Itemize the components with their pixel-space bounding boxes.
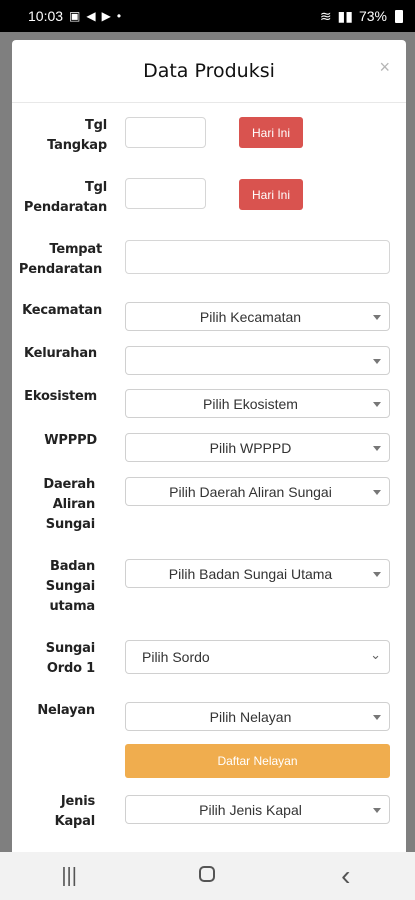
- dot-icon: •: [116, 9, 122, 23]
- battery-percent: 73%: [358, 8, 387, 24]
- title-divider: [12, 102, 406, 103]
- badan-sungai-select-value: Pilih Badan Sungai Utama: [168, 565, 333, 582]
- kecamatan-select[interactable]: Pilih Kecamatan: [125, 302, 390, 331]
- clock: 10:03: [28, 8, 64, 24]
- badan-sungai-select[interactable]: Pilih Badan Sungai Utama: [125, 559, 390, 588]
- wpppd-select-value: Pilih WPPPD: [209, 439, 292, 456]
- youtube-icon: ▶: [101, 9, 111, 23]
- sungai-ordo-label: Sungai Ordo 1: [45, 641, 95, 676]
- tgl-pendaratan-hari-ini-button[interactable]: Hari Ini: [239, 179, 303, 210]
- send-icon: ◀: [86, 9, 96, 23]
- caret-down-icon: [373, 401, 381, 407]
- kecamatan-select-value: Pilih Kecamatan: [199, 308, 302, 325]
- daftar-nelayan-button[interactable]: Daftar Nelayan: [125, 744, 390, 778]
- caret-down-icon: [373, 445, 381, 451]
- status-right: ≋ ▮▮ 73%: [320, 8, 403, 25]
- ekosistem-select[interactable]: Pilih Ekosistem: [125, 389, 390, 418]
- home-icon: [199, 865, 216, 882]
- caret-down-icon: [373, 714, 381, 720]
- chevron-down-icon: ⌄: [370, 647, 381, 662]
- tgl-tangkap-input[interactable]: [125, 117, 206, 148]
- kelurahan-label: Kelurahan: [23, 346, 97, 361]
- caret-down-icon: [373, 489, 381, 495]
- modal-title: Data Produksi: [143, 60, 275, 82]
- battery-icon: [395, 9, 403, 23]
- nelayan-label: Nelayan: [37, 703, 95, 718]
- sungai-ordo-select-value: Pilih Sordo: [142, 649, 210, 665]
- status-bar: 10:03 ▣ ◀ ▶ • ≋ ▮▮ 73%: [0, 0, 415, 32]
- system-nav-bar: ||| ‹: [0, 852, 415, 900]
- tgl-pendaratan-label: Tgl Pendaratan: [23, 180, 107, 215]
- data-produksi-modal: Data Produksi × Tgl Tangkap Hari Ini Tgl…: [12, 40, 406, 870]
- jenis-kapal-label: Jenis Kapal: [54, 794, 96, 829]
- badan-sungai-label: Badan Sungai utama: [45, 559, 95, 614]
- caret-down-icon: [373, 358, 381, 364]
- wpppd-select[interactable]: Pilih WPPPD: [125, 433, 390, 462]
- nelayan-select-value: Pilih Nelayan: [209, 708, 292, 725]
- daerah-aliran-sungai-label: Daerah Aliran Sungai: [43, 477, 95, 532]
- kelurahan-select[interactable]: [125, 346, 390, 375]
- jenis-kapal-select[interactable]: Pilih Jenis Kapal: [125, 795, 390, 824]
- kecamatan-label: Kecamatan: [22, 303, 102, 318]
- caret-down-icon: [373, 807, 381, 813]
- caret-down-icon: [373, 314, 381, 320]
- recents-button[interactable]: |||: [39, 865, 99, 888]
- tgl-tangkap-label: Tgl Tangkap: [47, 118, 107, 153]
- tempat-pendaratan-label: Tempat Pendaratan: [18, 242, 102, 277]
- back-button[interactable]: ‹: [316, 860, 376, 892]
- image-icon: ▣: [69, 9, 81, 23]
- wpppd-label: WPPPD: [44, 433, 97, 448]
- wifi-icon: ≋: [319, 7, 332, 24]
- tgl-tangkap-hari-ini-button[interactable]: Hari Ini: [239, 117, 303, 148]
- signal-icon: ▮▮: [337, 7, 353, 24]
- daerah-aliran-sungai-select[interactable]: Pilih Daerah Aliran Sungai: [125, 477, 390, 506]
- tgl-pendaratan-input[interactable]: [125, 178, 206, 209]
- jenis-kapal-select-value: Pilih Jenis Kapal: [199, 801, 302, 818]
- tempat-pendaratan-input[interactable]: [125, 240, 390, 274]
- caret-down-icon: [373, 571, 381, 577]
- nelayan-select[interactable]: Pilih Nelayan: [125, 702, 390, 731]
- close-icon[interactable]: ×: [379, 58, 390, 76]
- sungai-ordo-select[interactable]: Pilih Sordo ⌄: [125, 640, 390, 674]
- ekosistem-select-value: Pilih Ekosistem: [203, 395, 298, 412]
- ekosistem-label: Ekosistem: [24, 389, 97, 404]
- daerah-aliran-sungai-select-value: Pilih Daerah Aliran Sungai: [169, 483, 332, 500]
- home-button[interactable]: [177, 865, 237, 888]
- status-left: 10:03 ▣ ◀ ▶ •: [28, 8, 121, 24]
